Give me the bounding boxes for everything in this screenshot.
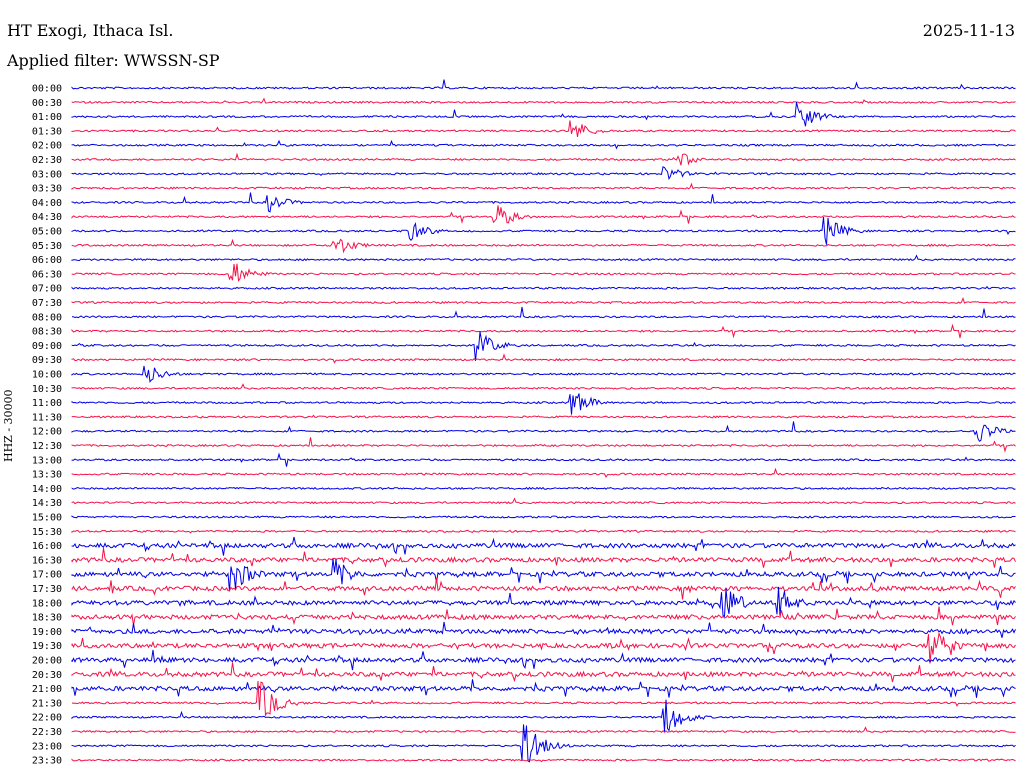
row-time-label: 07:00 (32, 284, 62, 295)
row-time-label: 12:00 (32, 427, 62, 438)
row-time-label: 01:00 (32, 112, 62, 123)
trace-line (71, 97, 1016, 105)
trace-line (71, 238, 1016, 254)
row-time-label: 05:30 (32, 241, 62, 252)
row-time-label: 04:00 (32, 198, 62, 209)
row-time-label: 01:30 (32, 126, 62, 137)
row-time-label: 20:30 (32, 670, 62, 681)
trace-line (71, 383, 1016, 390)
row-time-label: 03:30 (32, 184, 62, 195)
trace-line (71, 467, 1016, 479)
trace-line (71, 331, 1016, 362)
row-time-label: 14:30 (32, 498, 62, 509)
trace-line (71, 452, 1016, 467)
trace-line (71, 699, 1016, 732)
trace-line (71, 414, 1016, 419)
row-time-label: 21:00 (32, 684, 62, 695)
trace-line (71, 79, 1016, 90)
row-time-label: 19:00 (32, 627, 62, 638)
trace-line (71, 724, 1016, 763)
row-time-label: 16:00 (32, 541, 62, 552)
trace-line (71, 606, 1016, 626)
row-time-label: 13:30 (32, 470, 62, 481)
row-time-label: 02:30 (32, 155, 62, 166)
trace-line (71, 254, 1016, 262)
row-time-label: 21:30 (32, 698, 62, 709)
trace-line (71, 437, 1016, 453)
row-time-label: 13:00 (32, 455, 62, 466)
trace-line (71, 365, 1016, 383)
row-time-label: 00:00 (32, 84, 62, 95)
trace-line (71, 726, 1016, 734)
trace-line (71, 486, 1016, 491)
trace-line (71, 285, 1016, 291)
trace-line (71, 182, 1016, 190)
row-time-label: 20:00 (32, 656, 62, 667)
row-time-label: 18:00 (32, 598, 62, 609)
row-time-label: 12:30 (32, 441, 62, 452)
trace-line (71, 192, 1016, 213)
row-time-label: 06:00 (32, 255, 62, 266)
trace-line (71, 205, 1016, 225)
row-time-label: 23:00 (32, 741, 62, 752)
row-time-label: 00:30 (32, 98, 62, 109)
row-time-label: 11:30 (32, 412, 62, 423)
row-time-label: 04:30 (32, 212, 62, 223)
trace-line (71, 102, 1016, 127)
trace-line (71, 152, 1016, 166)
trace-line (71, 216, 1016, 245)
row-time-label: 08:00 (32, 312, 62, 323)
row-time-label: 17:00 (32, 570, 62, 581)
trace-line (71, 515, 1016, 519)
trace-line (71, 353, 1016, 364)
trace-line (71, 497, 1016, 505)
trace-line (71, 558, 1016, 592)
row-time-label: 16:30 (32, 555, 62, 566)
row-time-label: 10:30 (32, 384, 62, 395)
trace-line (71, 649, 1016, 671)
row-time-label: 10:00 (32, 370, 62, 381)
trace-line (71, 586, 1016, 618)
trace-line (71, 621, 1016, 638)
row-time-label: 14:00 (32, 484, 62, 495)
trace-line (71, 393, 1016, 415)
row-time-label: 17:30 (32, 584, 62, 595)
trace-line (71, 680, 1016, 717)
trace-line (71, 536, 1016, 556)
row-time-label: 11:00 (32, 398, 62, 409)
row-time-label: 09:00 (32, 341, 62, 352)
row-time-label: 22:30 (32, 727, 62, 738)
trace-line (71, 323, 1016, 339)
row-time-label: 07:30 (32, 298, 62, 309)
trace-line (71, 679, 1016, 698)
trace-line (71, 757, 1016, 763)
trace-line (71, 548, 1016, 568)
row-time-label: 03:00 (32, 169, 62, 180)
trace-line (71, 662, 1016, 683)
trace-line (71, 529, 1016, 534)
trace-line (71, 297, 1016, 305)
row-time-label: 19:30 (32, 641, 62, 652)
trace-line (71, 421, 1016, 443)
trace-line (71, 306, 1016, 319)
helicorder-plot: 00:00 00:30 01:00 01:30 02:00 02:30 03:00 03:30… (32, 79, 1016, 767)
row-time-label: 09:30 (32, 355, 62, 366)
row-time-label: 05:00 (32, 227, 62, 238)
row-time-label: 23:30 (32, 756, 62, 767)
row-time-label: 08:30 (32, 327, 62, 338)
row-time-label: 02:00 (32, 141, 62, 152)
trace-line (71, 263, 1016, 283)
row-time-label: 18:30 (32, 613, 62, 624)
row-time-label: 15:30 (32, 527, 62, 538)
row-time-label: 15:00 (32, 513, 62, 524)
row-time-label: 06:30 (32, 269, 62, 280)
trace-line (71, 139, 1016, 150)
row-time-label: 22:00 (32, 713, 62, 724)
trace-line (71, 166, 1016, 181)
trace-line (71, 120, 1016, 137)
